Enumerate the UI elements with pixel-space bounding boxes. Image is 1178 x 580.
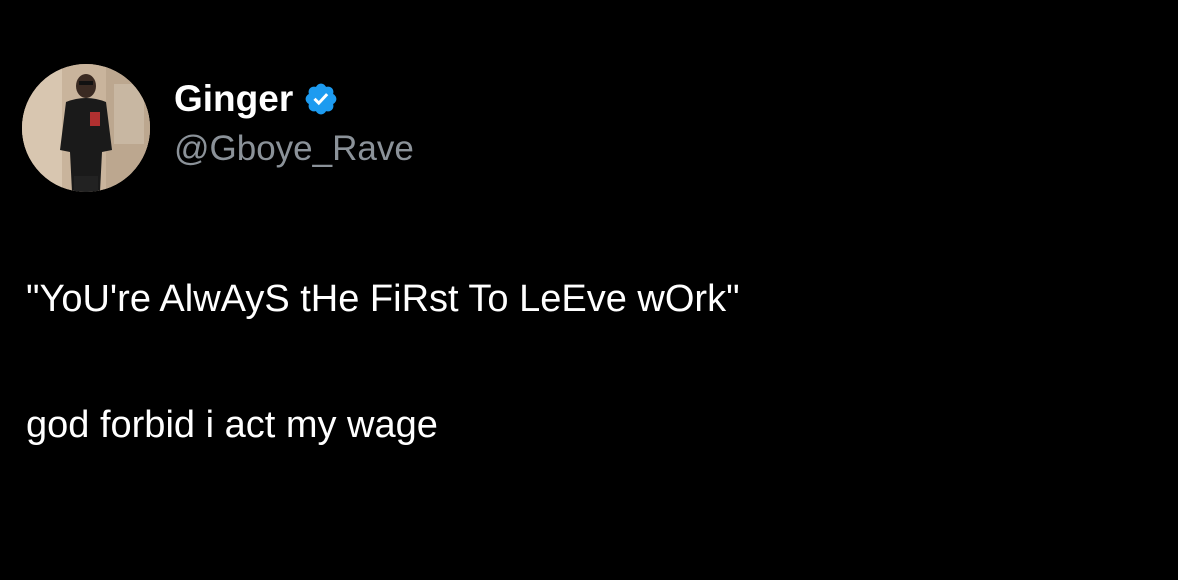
tweet-card: Ginger @Gboye_Rave "YoU're AlwAyS tHe Fi… [0, 0, 1178, 580]
name-row: Ginger [174, 77, 414, 121]
tweet-header: Ginger @Gboye_Rave [22, 64, 414, 192]
author-info: Ginger @Gboye_Rave [174, 77, 414, 171]
avatar[interactable] [22, 64, 150, 192]
tweet-text-line-1: "YoU're AlwAyS tHe FiRst To LeEve wOrk" [26, 278, 740, 320]
tweet-text-line-2: god forbid i act my wage [26, 404, 438, 446]
avatar-photo [22, 64, 150, 192]
verified-badge-icon [303, 81, 339, 117]
display-name[interactable]: Ginger [174, 77, 293, 121]
user-handle[interactable]: @Gboye_Rave [174, 127, 414, 171]
